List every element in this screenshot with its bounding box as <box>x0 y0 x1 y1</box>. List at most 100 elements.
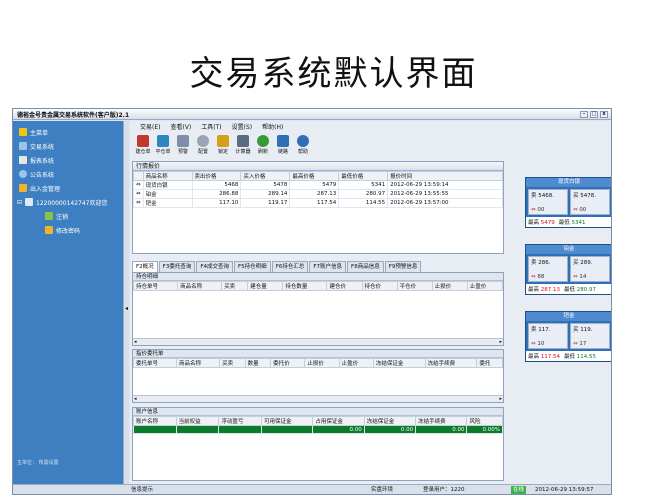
column-header[interactable]: 最高价格 <box>289 171 340 181</box>
table-row[interactable]: ⇔ 现货白银 5468 5478 5479 5341 2012-06-29 13… <box>133 180 503 190</box>
column-header[interactable]: 当前权益 <box>175 416 220 426</box>
calculator-button[interactable]: 计算器 <box>234 135 252 155</box>
orders-scrollbar[interactable]: ◂ ▸ <box>133 395 503 402</box>
column-header[interactable]: 浮动盈亏 <box>218 416 263 426</box>
maximize-button[interactable]: □ <box>590 110 598 118</box>
column-header[interactable]: 卖出价格 <box>191 171 242 181</box>
column-header[interactable]: 持仓单号 <box>132 281 179 291</box>
column-header[interactable]: 账户名称 <box>133 416 177 426</box>
column-header[interactable]: 商品名称 <box>142 171 193 181</box>
close-position-button[interactable]: 平仓单 <box>154 135 172 155</box>
alert-button[interactable]: 预警 <box>174 135 192 155</box>
tree-toggle-icon[interactable]: ⊟ <box>17 199 22 206</box>
quotes-panel-title: 行情报价 <box>133 162 503 171</box>
sidebar-item-trading[interactable]: 交易系统 <box>13 139 123 153</box>
refresh-button[interactable]: 刷新 <box>254 135 272 155</box>
lock-icon <box>217 135 229 147</box>
column-header[interactable]: 止盈价 <box>466 281 504 291</box>
column-header[interactable]: 风险 <box>466 416 503 426</box>
quote-card-platinum[interactable]: 铂金 卖 286. ⇔ 88 买 289. ⇔ 14 最高 287.13 最低 280… <box>525 244 611 295</box>
tab-account-info[interactable]: F7账户信息 <box>309 261 347 272</box>
quote-card-palladium[interactable]: 钯金 卖 117. ⇔ 10 买 119. ⇔ 17 最高 117.54 最低 114… <box>525 311 611 362</box>
column-header[interactable]: 报价时间 <box>387 171 503 181</box>
menu-trade[interactable]: 交易(E) <box>140 122 160 131</box>
column-header[interactable]: 买入价格 <box>240 171 291 181</box>
sell-button[interactable]: 卖 117. ⇔ 10 <box>528 323 568 349</box>
cell-high: 117.54 <box>289 198 340 208</box>
column-header[interactable]: 止盈价 <box>338 358 374 368</box>
column-header[interactable]: 商品名称 <box>176 358 221 368</box>
positions-scrollbar[interactable]: ◂ ▸ <box>133 338 503 345</box>
tab-alert-info[interactable]: F9预警信息 <box>384 261 422 272</box>
link-button[interactable]: 链路 <box>274 135 292 155</box>
scroll-left-icon[interactable]: ◂ <box>134 339 137 345</box>
sidebar-collapse-handle[interactable]: ◂ <box>123 121 129 494</box>
scroll-left-icon[interactable]: ◂ <box>134 396 137 402</box>
column-header[interactable]: 建仓量 <box>247 281 284 291</box>
sell-price: 5468. <box>538 193 555 199</box>
column-header[interactable]: 冻结手续费 <box>424 358 478 368</box>
column-header[interactable]: 持仓数量 <box>282 281 328 291</box>
sidebar-item-label: 注销 <box>56 213 69 221</box>
column-header[interactable]: 持仓价 <box>361 281 398 291</box>
sidebar-item-funds[interactable]: 出入金管理 <box>13 181 123 195</box>
scroll-right-icon[interactable]: ▸ <box>499 396 502 402</box>
column-header[interactable]: 商品名称 <box>177 281 223 291</box>
menu-settings[interactable]: 设置(S) <box>232 122 253 131</box>
buy-button[interactable]: 买 119. ⇔ 17 <box>570 323 610 349</box>
buy-button[interactable]: 买 5478. ⇔ 00 <box>570 189 610 215</box>
column-header[interactable]: 数量 <box>244 358 272 368</box>
scroll-right-icon[interactable]: ▸ <box>499 339 502 345</box>
column-header[interactable]: 平仓价 <box>396 281 433 291</box>
column-header[interactable]: 冻结手续费 <box>415 416 468 426</box>
tab-product-info[interactable]: F8商品信息 <box>347 261 384 272</box>
sidebar-item-logout[interactable]: 注销 <box>13 209 123 223</box>
tab-positions-detail[interactable]: F5持仓明细 <box>234 261 271 272</box>
slide-title: 交易系统默认界面 <box>189 54 478 94</box>
open-position-button[interactable]: 建仓单 <box>134 135 152 155</box>
column-header[interactable]: 委托价 <box>270 358 306 368</box>
menu-help[interactable]: 帮助(H) <box>262 122 283 131</box>
sidebar-item-main-menu[interactable]: 主菜单 <box>13 125 123 139</box>
window-title: 德裕金号贵金属交易系统软件(客户版)2.1 <box>17 111 130 119</box>
column-header[interactable]: 最低价格 <box>338 171 389 181</box>
sidebar-item-user[interactable]: ⊟ 12200000142747欢迎您 <box>13 195 123 209</box>
sell-button[interactable]: 卖 286. ⇔ 88 <box>528 256 568 282</box>
help-button[interactable]: 帮助 <box>294 135 312 155</box>
column-header[interactable]: 买卖 <box>219 358 246 368</box>
chart-bar-icon <box>137 135 149 147</box>
table-row[interactable]: 0.00 0.00 0.00 0.00% <box>133 425 503 434</box>
tab-positions-summary[interactable]: F6持仓汇总 <box>271 261 309 272</box>
config-button[interactable]: 配置 <box>194 135 212 155</box>
column-header[interactable]: 止损价 <box>304 358 340 368</box>
column-header[interactable]: 委托 <box>476 358 503 368</box>
user-icon <box>25 198 34 206</box>
menu-view[interactable]: 查看(V) <box>170 122 191 131</box>
tab-trades-query[interactable]: F4成交查询 <box>196 261 234 272</box>
column-header[interactable]: 买卖 <box>221 281 249 291</box>
table-row[interactable]: ⇔ 钯金 117.10 119.17 117.54 114.55 2012-06… <box>133 198 503 208</box>
tab-orders-query[interactable]: F3委托查询 <box>158 261 196 272</box>
lock-button[interactable]: 锁定 <box>214 135 232 155</box>
buy-button[interactable]: 买 289. ⇔ 14 <box>570 256 610 282</box>
table-row[interactable]: ⇔ 铂金 286.88 289.14 287.13 280.97 2012-06… <box>133 189 503 199</box>
row-marker-icon: ⇔ <box>133 180 144 190</box>
column-header[interactable]: 冻结保证金 <box>372 358 426 368</box>
menubar: 交易(E) 查看(V) 工具(T) 设置(S) 帮助(H) <box>130 121 611 131</box>
close-button[interactable]: x <box>600 110 608 118</box>
column-header[interactable]: 冻结保证金 <box>363 416 417 426</box>
column-header[interactable]: 委托单号 <box>132 358 178 368</box>
sidebar-item-reports[interactable]: 报表系统 <box>13 153 123 167</box>
column-header[interactable]: 止损价 <box>431 281 468 291</box>
column-header[interactable]: 可用保证金 <box>261 416 314 426</box>
column-header[interactable]: 占用保证金 <box>312 416 365 426</box>
sidebar-item-announcements[interactable]: 公告系统 <box>13 167 123 181</box>
sidebar-item-change-password[interactable]: 修改密码 <box>13 223 123 237</box>
sell-button[interactable]: 卖 5468. ⇔ 00 <box>528 189 568 215</box>
column-header[interactable]: 建仓价 <box>326 281 363 291</box>
quote-card-silver[interactable]: 现货白银 卖 5468. ⇔ 00 买 5478. ⇔ 00 最高 5479 最低 5… <box>525 177 611 228</box>
high-value: 287.13 <box>540 287 561 293</box>
tab-overview[interactable]: F2概况 <box>132 261 158 272</box>
minimize-button[interactable]: - <box>580 110 588 118</box>
menu-tools[interactable]: 工具(T) <box>201 122 221 131</box>
